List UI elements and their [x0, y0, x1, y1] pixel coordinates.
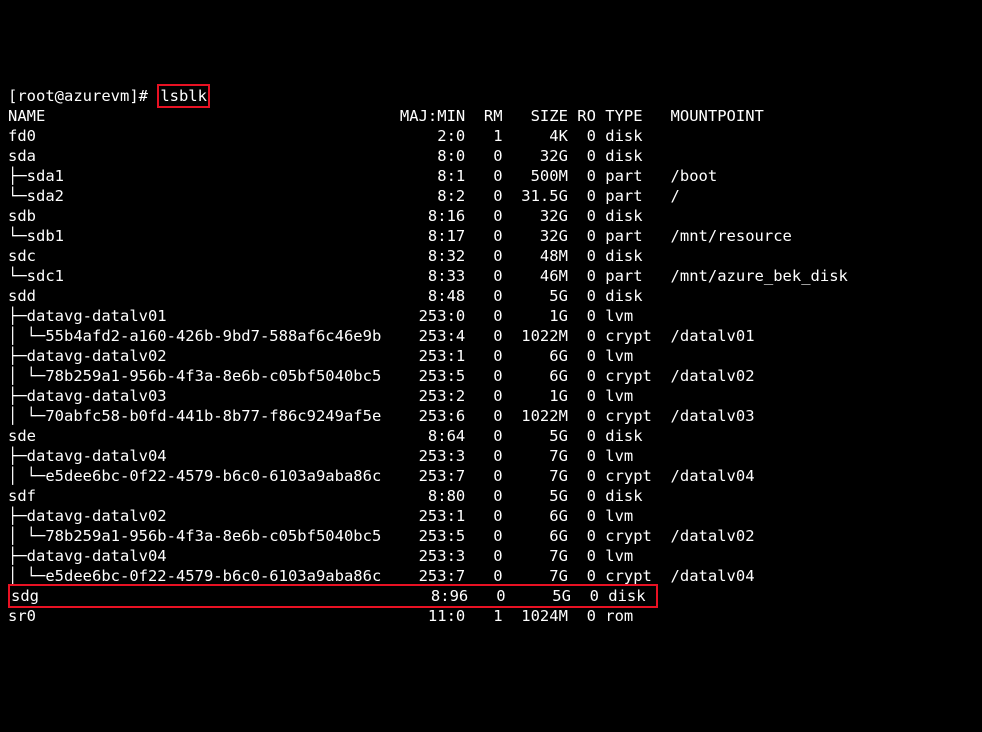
- row: fd0 2:0 1 4K 0 disk: [8, 127, 652, 145]
- row: ├─datavg-datalv02 253:1 0 6G 0 lvm: [8, 347, 652, 365]
- row: ├─datavg-datalv02 253:1 0 6G 0 lvm: [8, 507, 652, 525]
- row: │ └─e5dee6bc-0f22-4579-b6c0-6103a9aba86c…: [8, 467, 755, 485]
- row: sdf 8:80 0 5G 0 disk: [8, 487, 652, 505]
- row: │ └─70abfc58-b0fd-441b-8b77-f86c9249af5e…: [8, 407, 755, 425]
- row: ├─datavg-datalv04 253:3 0 7G 0 lvm: [8, 447, 652, 465]
- row: sr0 11:0 1 1024M 0 rom: [8, 607, 652, 625]
- row: sdb 8:16 0 32G 0 disk: [8, 207, 652, 225]
- row: ├─sda1 8:1 0 500M 0 part /boot: [8, 167, 717, 185]
- row: sdd 8:48 0 5G 0 disk: [8, 287, 652, 305]
- row-highlight: sdg 8:96 0 5G 0 disk: [8, 584, 658, 608]
- row: sda 8:0 0 32G 0 disk: [8, 147, 652, 165]
- prompt: [root@azurevm]#: [8, 87, 157, 105]
- row: │ └─55b4afd2-a160-426b-9bd7-588af6c46e9b…: [8, 327, 755, 345]
- command-highlight: lsblk: [157, 84, 210, 108]
- row: │ └─78b259a1-956b-4f3a-8e6b-c05bf5040bc5…: [8, 367, 755, 385]
- row: └─sdc1 8:33 0 46M 0 part /mnt/azure_bek_…: [8, 267, 848, 285]
- row: ├─datavg-datalv04 253:3 0 7G 0 lvm: [8, 547, 652, 565]
- row: ├─datavg-datalv03 253:2 0 1G 0 lvm: [8, 387, 652, 405]
- row: sdc 8:32 0 48M 0 disk: [8, 247, 652, 265]
- row: │ └─e5dee6bc-0f22-4579-b6c0-6103a9aba86c…: [8, 567, 755, 585]
- row: └─sda2 8:2 0 31.5G 0 part /: [8, 187, 680, 205]
- row: sde 8:64 0 5G 0 disk: [8, 427, 652, 445]
- row: │ └─78b259a1-956b-4f3a-8e6b-c05bf5040bc5…: [8, 527, 755, 545]
- row: ├─datavg-datalv01 253:0 0 1G 0 lvm: [8, 307, 652, 325]
- terminal-output: [root@azurevm]# lsblk NAME MAJ:MIN RM SI…: [8, 86, 974, 626]
- row: └─sdb1 8:17 0 32G 0 part /mnt/resource: [8, 227, 792, 245]
- header-row: NAME MAJ:MIN RM SIZE RO TYPE MOUNTPOINT: [8, 107, 764, 125]
